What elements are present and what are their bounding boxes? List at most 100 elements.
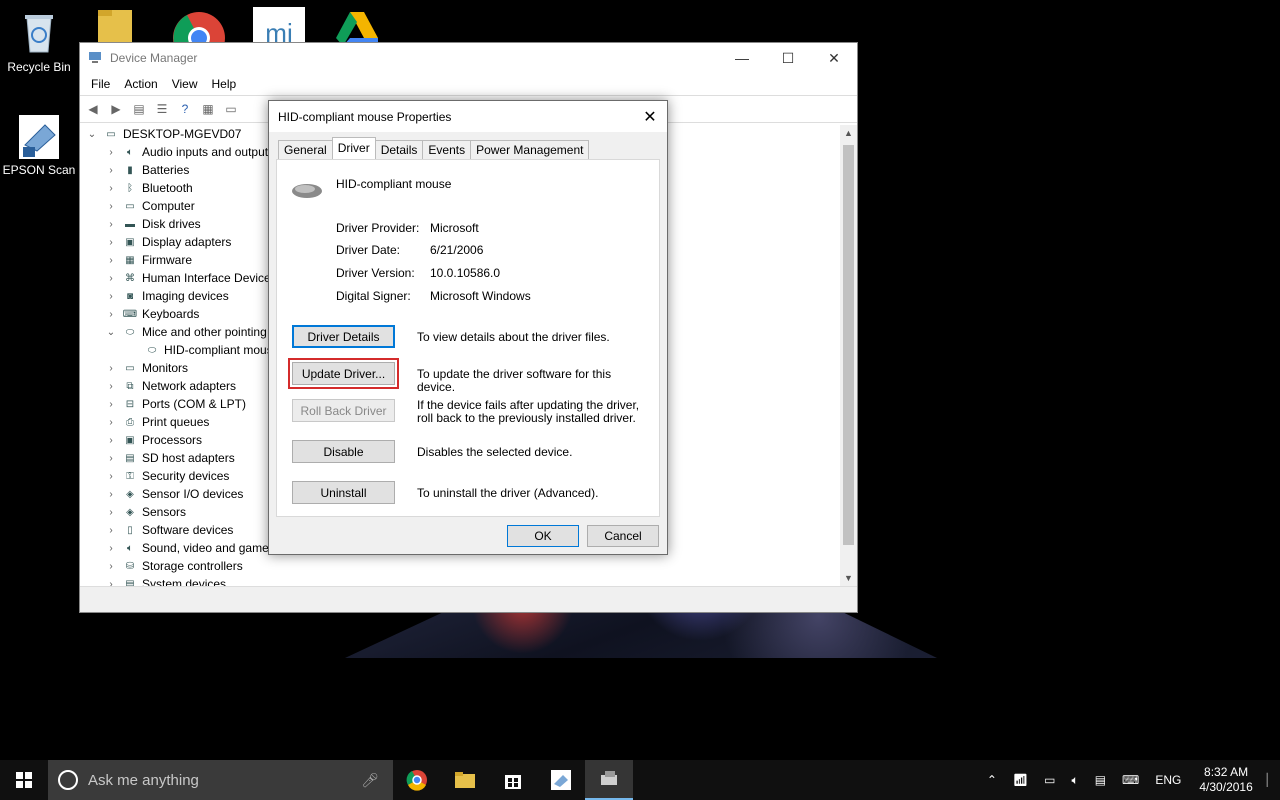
keyboard-icon[interactable]: ⌨: [1114, 773, 1147, 787]
disable-button[interactable]: Disable: [292, 440, 395, 463]
chevron-right-icon[interactable]: ›: [104, 381, 118, 392]
google-drive-icon[interactable]: [330, 6, 384, 46]
chevron-right-icon[interactable]: ›: [104, 237, 118, 248]
chevron-right-icon[interactable]: ›: [104, 273, 118, 284]
scrollbar-thumb[interactable]: [843, 145, 854, 545]
tree-item-label: SD host adapters: [142, 451, 235, 465]
chevron-right-icon[interactable]: ›: [104, 525, 118, 536]
computer-icon: ▭: [106, 128, 116, 140]
tree-item-label: Disk drives: [142, 217, 201, 231]
menu-view[interactable]: View: [165, 77, 205, 91]
tree-category-item[interactable]: › ⛁ Storage controllers: [80, 557, 842, 575]
desktop-icon-recycle-bin[interactable]: Recycle Bin: [1, 8, 77, 74]
chevron-right-icon[interactable]: ›: [104, 255, 118, 266]
close-button[interactable]: ✕: [811, 43, 857, 73]
chevron-right-icon[interactable]: ›: [104, 183, 118, 194]
bluetooth-icon: ᛒ: [127, 182, 133, 194]
monitor-icon: ▭: [125, 362, 135, 374]
microphone-icon[interactable]: 🎤︎: [361, 772, 379, 789]
chevron-down-icon[interactable]: ⌄: [85, 129, 99, 140]
tree-item-label: Sensors: [142, 505, 187, 519]
mouse-icon: ⬭: [147, 344, 157, 356]
chevron-right-icon[interactable]: ›: [104, 435, 118, 446]
chevron-right-icon[interactable]: ›: [104, 291, 118, 302]
cancel-button[interactable]: Cancel: [587, 525, 659, 547]
chevron-right-icon[interactable]: ›: [104, 507, 118, 518]
disk-icon: ▬: [125, 218, 135, 230]
update-driver-button[interactable]: Update Driver...: [288, 358, 399, 389]
scroll-down-arrow-icon[interactable]: ▼: [840, 570, 857, 587]
chevron-right-icon[interactable]: ›: [104, 561, 118, 572]
uninstall-button[interactable]: Uninstall: [292, 481, 395, 504]
storage-icon: ⛁: [125, 560, 135, 572]
chevron-right-icon[interactable]: ›: [104, 165, 118, 176]
chevron-right-icon[interactable]: ›: [104, 543, 118, 554]
search-placeholder: Ask me anything: [88, 771, 199, 789]
minimize-button[interactable]: —: [719, 43, 765, 73]
cortana-search-box[interactable]: Ask me anything 🎤︎: [48, 760, 393, 800]
security-icon: ⚿: [126, 470, 134, 482]
mindmeister-icon[interactable]: mi: [252, 6, 306, 48]
chevron-right-icon[interactable]: ›: [104, 471, 118, 482]
desktop-icon-epson-scan[interactable]: EPSON Scan: [1, 111, 77, 177]
tab-driver[interactable]: Driver: [331, 137, 376, 159]
chevron-right-icon[interactable]: ›: [104, 417, 118, 428]
taskbar-store-icon[interactable]: [489, 760, 537, 800]
tab-events[interactable]: Events: [422, 140, 472, 159]
taskbar-epson-scan-icon[interactable]: [537, 760, 585, 800]
wifi-icon[interactable]: 📶︎: [1005, 773, 1036, 787]
dialog-close-button[interactable]: ✕: [633, 107, 667, 127]
scan-hardware-icon[interactable]: ▭: [222, 101, 240, 117]
device-name: HID-compliant mouse: [336, 177, 452, 191]
start-button[interactable]: [0, 760, 48, 800]
grid-icon[interactable]: ▦: [199, 101, 217, 117]
chevron-right-icon[interactable]: ›: [104, 489, 118, 500]
tab-power-management[interactable]: Power Management: [470, 140, 590, 159]
chrome-icon[interactable]: [172, 6, 226, 64]
chevron-right-icon[interactable]: ›: [104, 219, 118, 230]
chevron-right-icon[interactable]: ›: [104, 363, 118, 374]
tree-item-label: Firmware: [142, 253, 192, 267]
forward-arrow-icon[interactable]: ▶: [107, 101, 125, 117]
taskbar-file-explorer-icon[interactable]: [441, 760, 489, 800]
cortana-icon: [58, 770, 78, 790]
list-icon[interactable]: ☰: [153, 101, 171, 117]
chevron-right-icon[interactable]: ›: [104, 147, 118, 158]
action-center-icon[interactable]: ▤: [1087, 773, 1114, 787]
chevron-right-icon[interactable]: ›: [104, 309, 118, 320]
taskbar: Ask me anything 🎤︎ ⌃ 📶︎ ▭ 🔈︎ ▤ ⌨ ENG 8:3…: [0, 760, 1280, 800]
roll-back-driver-button[interactable]: Roll Back Driver: [292, 399, 395, 422]
scroll-up-arrow-icon[interactable]: ▲: [840, 125, 857, 142]
driver-details-button[interactable]: Driver Details: [292, 325, 395, 348]
chevron-right-icon[interactable]: ›: [104, 453, 118, 464]
title-bar: Device Manager — ☐ ✕: [80, 43, 857, 73]
help-icon[interactable]: ?: [176, 101, 194, 117]
taskbar-chrome-icon[interactable]: [393, 760, 441, 800]
dialog-title-bar: HID-compliant mouse Properties ✕: [269, 101, 667, 132]
folder-icon[interactable]: [90, 6, 144, 44]
tree-item-label: Keyboards: [142, 307, 200, 321]
chevron-right-icon[interactable]: ›: [104, 201, 118, 212]
battery-icon[interactable]: ▭: [1036, 773, 1063, 787]
tab-general[interactable]: General: [278, 140, 333, 159]
menu-action[interactable]: Action: [117, 77, 164, 91]
menu-help[interactable]: Help: [205, 77, 244, 91]
chevron-down-icon[interactable]: ⌄: [104, 327, 118, 338]
notification-icon[interactable]: ▏: [1263, 773, 1280, 787]
vertical-scrollbar[interactable]: ▲ ▼: [840, 125, 857, 587]
properties-icon[interactable]: ▤: [130, 101, 148, 117]
ok-button[interactable]: OK: [507, 525, 579, 547]
cpu-icon: ▣: [125, 434, 135, 446]
tab-details[interactable]: Details: [374, 140, 424, 159]
language-indicator[interactable]: ENG: [1147, 773, 1189, 787]
driver-tab-panel: HID-compliant mouse Driver Provider: Mic…: [276, 159, 660, 517]
menu-file[interactable]: File: [84, 77, 117, 91]
chevron-up-icon[interactable]: ⌃: [979, 773, 1005, 787]
clock[interactable]: 8:32 AM 4/30/2016: [1189, 765, 1262, 795]
taskbar-device-manager-icon[interactable]: [585, 760, 633, 800]
volume-icon[interactable]: 🔈︎: [1063, 773, 1086, 788]
back-arrow-icon[interactable]: ◀: [84, 101, 102, 117]
chevron-right-icon[interactable]: ›: [104, 399, 118, 410]
printer-icon: ⎙: [126, 416, 134, 428]
maximize-button[interactable]: ☐: [765, 43, 811, 73]
